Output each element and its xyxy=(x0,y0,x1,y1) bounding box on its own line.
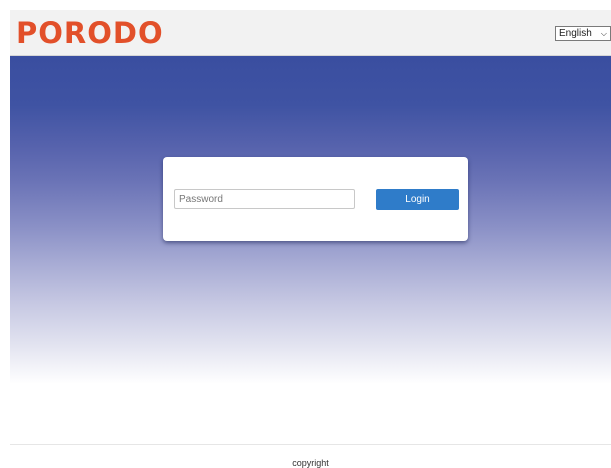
brand-logo: PORODO xyxy=(16,16,164,50)
login-card: Login xyxy=(163,157,468,241)
language-selected-value: English xyxy=(559,28,592,39)
login-button[interactable]: Login xyxy=(376,189,459,210)
footer-divider xyxy=(10,444,611,445)
top-header: PORODO English ⌵ xyxy=(10,10,611,56)
login-page: PORODO English ⌵ Login copyright xyxy=(10,10,611,468)
hero-background: Login xyxy=(10,56,611,384)
password-input[interactable] xyxy=(174,189,355,209)
chevron-down-icon: ⌵ xyxy=(600,29,607,38)
language-select[interactable]: English ⌵ xyxy=(555,26,611,41)
copyright-text: copyright xyxy=(292,458,329,468)
